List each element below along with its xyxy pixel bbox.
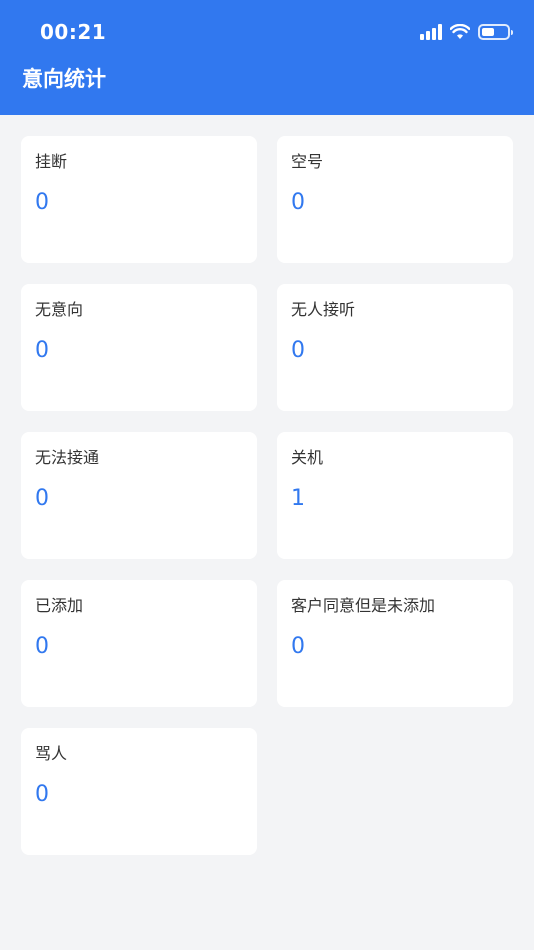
stat-label: 无人接听 xyxy=(291,300,356,319)
stat-card[interactable]: 关机 1 xyxy=(277,432,513,559)
wifi-icon xyxy=(450,24,470,39)
stat-card[interactable]: 无法接通 0 xyxy=(21,432,257,559)
stat-value: 0 xyxy=(35,190,49,215)
stat-card[interactable]: 骂人 0 xyxy=(21,728,257,855)
stat-label: 骂人 xyxy=(35,744,68,763)
stat-grid: 挂断 0 空号 0 无意向 0 无人接听 0 无法接通 0 关机 1 已添加 0 客户同意但是未添加 0 骂人 0 xyxy=(21,136,513,855)
stat-value: 1 xyxy=(291,486,305,511)
stat-card[interactable]: 客户同意但是未添加 0 xyxy=(277,580,513,707)
stat-label: 客户同意但是未添加 xyxy=(291,596,436,615)
stat-value: 0 xyxy=(35,634,49,659)
stat-label: 无法接通 xyxy=(35,448,100,467)
stat-label: 已添加 xyxy=(35,596,84,615)
signal-icon xyxy=(420,24,442,40)
stat-value: 0 xyxy=(291,338,305,363)
stat-value: 0 xyxy=(291,634,305,659)
stat-card[interactable]: 挂断 0 xyxy=(21,136,257,263)
stat-label: 挂断 xyxy=(35,152,68,171)
stat-value: 0 xyxy=(35,338,49,363)
status-time: 00:21 xyxy=(40,20,107,44)
stat-card[interactable]: 无人接听 0 xyxy=(277,284,513,411)
stat-value: 0 xyxy=(35,486,49,511)
stat-card[interactable]: 空号 0 xyxy=(277,136,513,263)
stat-value: 0 xyxy=(291,190,305,215)
stat-card[interactable]: 无意向 0 xyxy=(21,284,257,411)
stat-label: 无意向 xyxy=(35,300,84,319)
page-title: 意向统计 xyxy=(22,67,106,91)
stat-value: 0 xyxy=(35,782,49,807)
stat-card[interactable]: 已添加 0 xyxy=(21,580,257,707)
app-header: 00:21 意向统计 xyxy=(0,0,534,115)
status-icons xyxy=(420,22,513,42)
stat-label: 空号 xyxy=(291,152,324,171)
battery-fill xyxy=(482,28,494,36)
battery-icon xyxy=(478,24,513,40)
stat-label: 关机 xyxy=(291,448,324,467)
